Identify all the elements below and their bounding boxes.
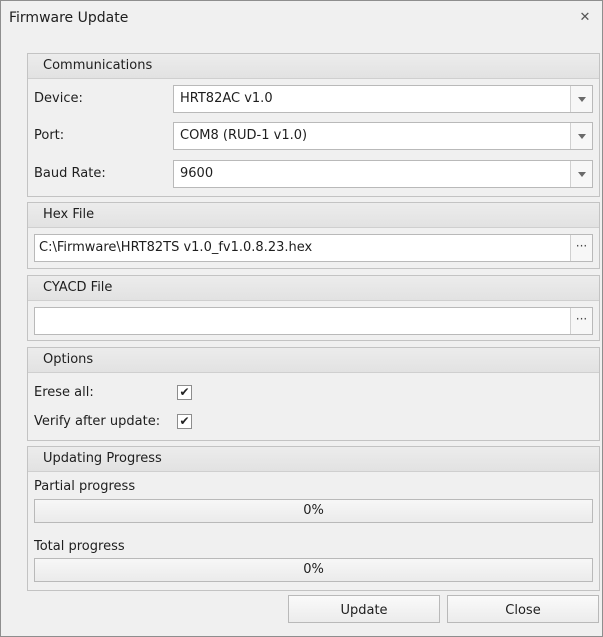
- partial-progress-bar: 0%: [34, 499, 593, 523]
- cyacd-file-panel: CYACD File ···: [27, 275, 600, 341]
- total-progress-text: 0%: [303, 562, 324, 577]
- baud-rate-value: 9600: [180, 166, 214, 181]
- device-value: HRT82AC v1.0: [180, 91, 273, 106]
- cyacd-file-input[interactable]: ···: [34, 307, 593, 335]
- options-title: Options: [43, 352, 94, 367]
- total-progress-bar: 0%: [34, 558, 593, 582]
- total-progress-label: Total progress: [34, 539, 125, 554]
- options-panel: Options Erese all: ✔ Verify after update…: [27, 347, 600, 441]
- communications-title: Communications: [43, 58, 153, 73]
- port-value: COM8 (RUD-1 v1.0): [180, 128, 308, 143]
- hex-file-path: C:\Firmware\HRT82TS v1.0_fv1.0.8.23.hex: [39, 240, 313, 255]
- baud-rate-label: Baud Rate:: [34, 166, 106, 181]
- ellipsis-icon[interactable]: ···: [570, 235, 592, 261]
- device-select[interactable]: HRT82AC v1.0: [173, 85, 593, 113]
- ellipsis-icon[interactable]: ···: [570, 308, 592, 334]
- window-title: Firmware Update: [9, 10, 129, 26]
- device-label: Device:: [34, 91, 83, 106]
- title-bar: Firmware Update ✕: [1, 1, 602, 39]
- close-button[interactable]: Close: [447, 595, 599, 623]
- chevron-down-icon[interactable]: [570, 86, 592, 112]
- progress-title: Updating Progress: [43, 451, 162, 466]
- hex-file-title: Hex File: [43, 207, 95, 222]
- hex-file-input[interactable]: C:\Firmware\HRT82TS v1.0_fv1.0.8.23.hex …: [34, 234, 593, 262]
- cyacd-file-header: CYACD File: [28, 276, 599, 301]
- progress-panel: Updating Progress Partial progress 0% To…: [27, 446, 600, 591]
- cyacd-file-title: CYACD File: [43, 280, 113, 295]
- erase-all-checkbox[interactable]: ✔: [177, 385, 192, 400]
- communications-header: Communications: [28, 54, 599, 79]
- progress-header: Updating Progress: [28, 447, 599, 472]
- verify-label: Verify after update:: [34, 414, 161, 429]
- port-select[interactable]: COM8 (RUD-1 v1.0): [173, 122, 593, 150]
- communications-panel: Communications Device: HRT82AC v1.0 Port…: [27, 53, 600, 197]
- baud-rate-select[interactable]: 9600: [173, 160, 593, 188]
- close-icon[interactable]: ✕: [577, 10, 593, 26]
- erase-all-label: Erese all:: [34, 385, 94, 400]
- chevron-down-icon[interactable]: [570, 123, 592, 149]
- partial-progress-label: Partial progress: [34, 479, 136, 494]
- firmware-update-window: Firmware Update ✕ Communications Device:…: [0, 0, 603, 637]
- hex-file-header: Hex File: [28, 203, 599, 228]
- chevron-down-icon[interactable]: [570, 161, 592, 187]
- verify-checkbox[interactable]: ✔: [177, 414, 192, 429]
- partial-progress-text: 0%: [303, 503, 324, 518]
- update-button[interactable]: Update: [288, 595, 440, 623]
- options-header: Options: [28, 348, 599, 373]
- hex-file-panel: Hex File C:\Firmware\HRT82TS v1.0_fv1.0.…: [27, 202, 600, 269]
- port-label: Port:: [34, 128, 65, 143]
